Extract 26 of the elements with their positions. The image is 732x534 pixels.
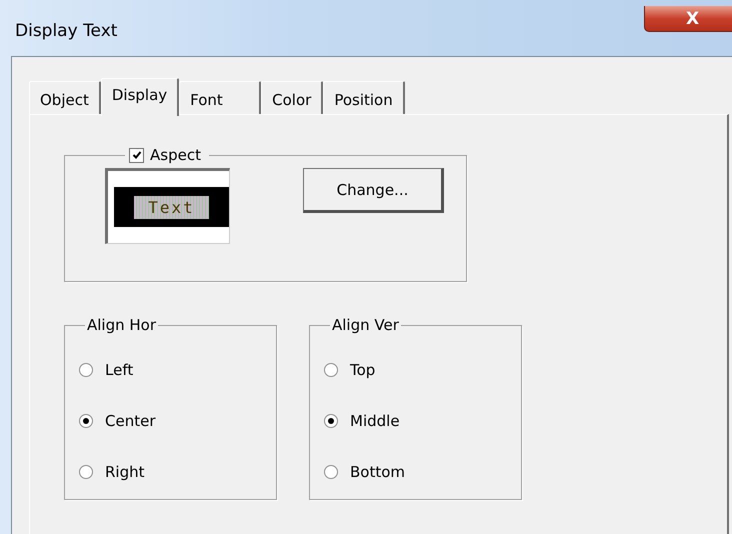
radio-button[interactable] — [79, 414, 93, 428]
close-button[interactable]: X — [644, 6, 732, 32]
tab[interactable]: Display — [100, 78, 180, 116]
window-title: Display Text — [15, 21, 118, 41]
tab[interactable]: Position — [323, 81, 405, 114]
radio-button[interactable] — [79, 464, 93, 478]
radio-label: Top — [350, 360, 376, 378]
radio-label: Right — [105, 462, 144, 480]
radio-button[interactable] — [324, 464, 338, 478]
radio-label: Bottom — [350, 462, 406, 480]
tab[interactable]: Object — [29, 81, 101, 114]
radio-button[interactable] — [324, 362, 338, 376]
radio-label: Middle — [350, 412, 400, 430]
radio-button[interactable] — [324, 414, 338, 428]
preview-text: Text — [134, 196, 209, 218]
tab[interactable]: Font — [179, 81, 262, 114]
change-button[interactable]: Change... — [303, 168, 444, 213]
radio-button[interactable] — [79, 362, 93, 376]
checkbox-label: Aspect — [150, 146, 201, 164]
aspect-checkbox[interactable] — [129, 148, 144, 162]
radio-label: Center — [105, 412, 156, 430]
group-title: Align Hor — [86, 316, 158, 334]
check-icon — [132, 150, 142, 160]
radio-label: Left — [105, 360, 134, 378]
tab[interactable]: Color — [261, 81, 324, 114]
group-title: Align Ver — [331, 316, 400, 334]
